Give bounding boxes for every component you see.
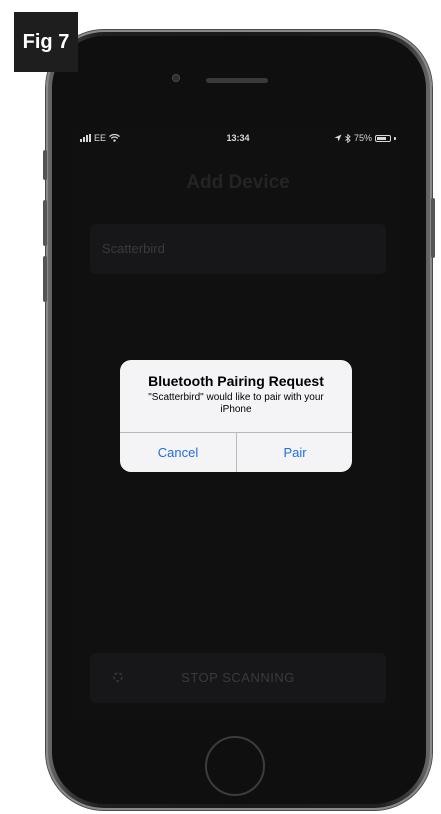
battery-percent: 75% bbox=[353, 133, 372, 143]
cancel-button[interactable]: Cancel bbox=[120, 433, 236, 472]
side-button bbox=[43, 150, 47, 180]
stop-scanning-label: STOP SCANNING bbox=[181, 670, 295, 685]
figure-label: Fig 7 bbox=[14, 12, 78, 72]
location-arrow-icon bbox=[334, 134, 342, 142]
stop-scanning-button[interactable]: STOP SCANNING bbox=[90, 653, 386, 703]
bluetooth-pairing-alert: Bluetooth Pairing Request "Scatterbird" … bbox=[120, 360, 352, 472]
figure-page: Fig 7 EE 13:34 75% Add Device Scatterbir… bbox=[0, 0, 441, 814]
earpiece-speaker bbox=[206, 78, 268, 83]
bluetooth-icon bbox=[345, 133, 351, 143]
alert-title: Bluetooth Pairing Request bbox=[148, 373, 324, 389]
battery-tip bbox=[394, 136, 396, 140]
home-button[interactable] bbox=[205, 736, 265, 796]
status-right: 75% bbox=[334, 133, 396, 143]
power-button bbox=[431, 198, 435, 258]
alert-message: "Scatterbird" would like to pair with yo… bbox=[148, 392, 324, 415]
volume-down-button bbox=[43, 256, 47, 302]
device-name: Scatterbird bbox=[102, 241, 165, 256]
phone-screen: EE 13:34 75% Add Device Scatterbird STOP… bbox=[74, 128, 402, 718]
device-list-item[interactable]: Scatterbird bbox=[90, 224, 386, 274]
front-camera bbox=[172, 74, 180, 82]
battery-level bbox=[377, 136, 386, 140]
pair-button[interactable]: Pair bbox=[237, 433, 352, 472]
battery-icon bbox=[375, 134, 391, 142]
status-bar: EE 13:34 75% bbox=[74, 128, 402, 148]
volume-up-button bbox=[43, 200, 47, 246]
page-title: Add Device bbox=[186, 172, 290, 193]
